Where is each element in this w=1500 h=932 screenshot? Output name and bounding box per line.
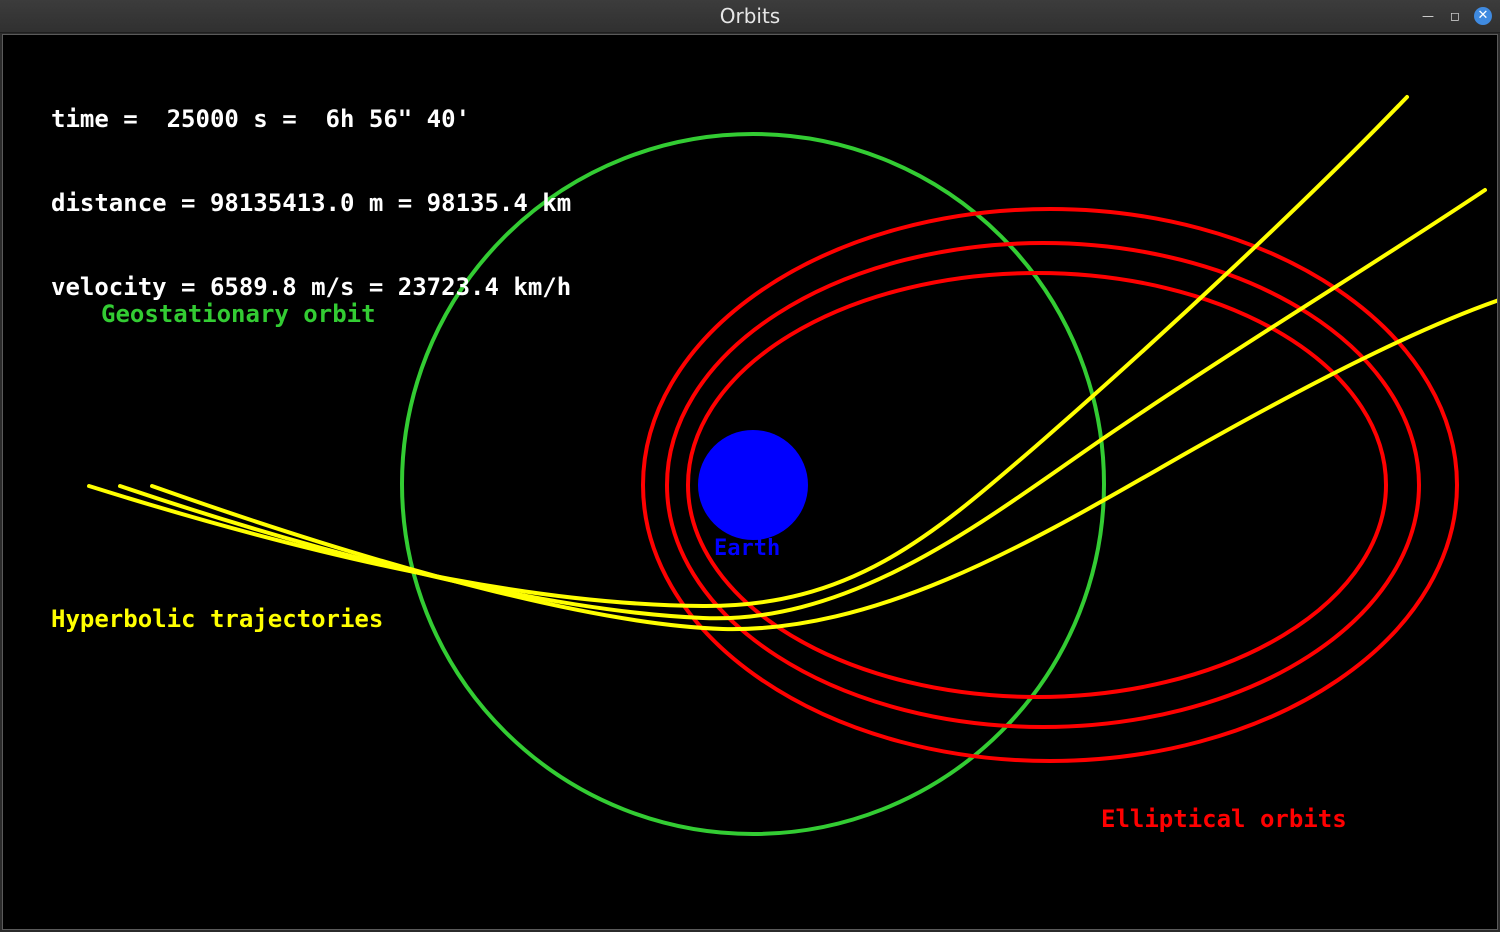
title-bar[interactable]: Orbits — ◻ ✕ xyxy=(0,0,1500,33)
distance-readout: distance = 98135413.0 m = 98135.4 km xyxy=(51,189,572,217)
time-readout: time = 25000 s = 6h 56" 40' xyxy=(51,105,471,133)
orbit-canvas[interactable]: time = 25000 s = 6h 56" 40' distance = 9… xyxy=(2,34,1498,930)
maximize-icon[interactable]: ◻ xyxy=(1447,8,1463,24)
close-icon[interactable]: ✕ xyxy=(1474,7,1492,25)
hyperbolic-label: Hyperbolic trajectories xyxy=(51,605,384,633)
velocity-readout: velocity = 6589.8 m/s = 23723.4 km/h xyxy=(51,273,572,301)
minimize-icon[interactable]: — xyxy=(1420,8,1436,24)
earth-planet xyxy=(698,430,808,540)
window-title: Orbits xyxy=(719,4,781,28)
earth-label: Earth xyxy=(714,536,781,561)
elliptical-label: Elliptical orbits xyxy=(1101,805,1347,833)
geostationary-label: Geostationary orbit xyxy=(101,300,376,328)
orbits-window: Orbits — ◻ ✕ time = 25000 s = 6h 56" 40'… xyxy=(0,0,1500,932)
